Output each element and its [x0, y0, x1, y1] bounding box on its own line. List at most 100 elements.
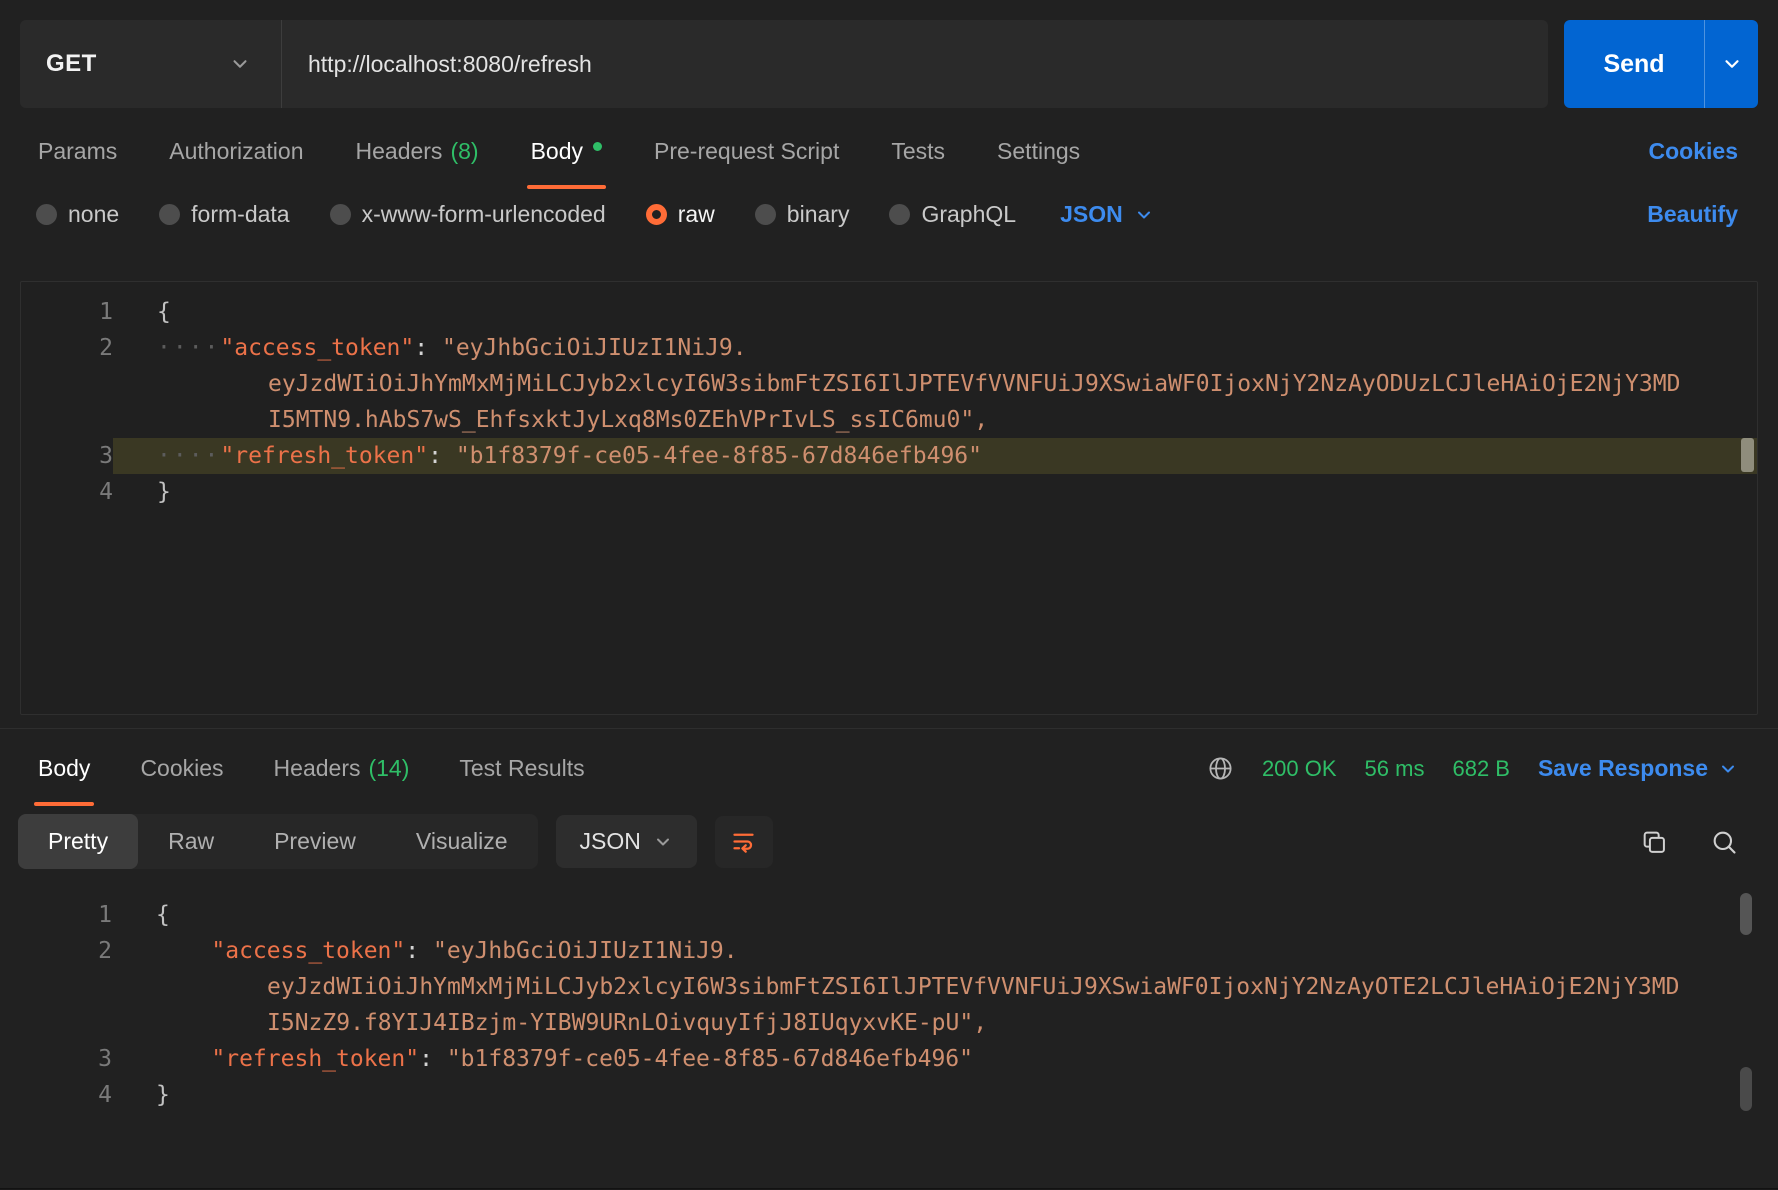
scrollbar-thumb[interactable]: [1740, 1067, 1752, 1111]
json-string-value: I5MTN9.hAbS7wS_EhfsxktJyLxq8Ms0ZEhVPrIvL…: [268, 407, 989, 433]
tab-label: Tests: [891, 138, 946, 164]
json-string-value: "b1f8379f-ce05-4fee-8f85-67d846efb496": [446, 1046, 974, 1072]
radio-label: x-www-form-urlencoded: [361, 201, 606, 227]
save-response-button[interactable]: Save Response: [1538, 755, 1738, 782]
code-line: 4}: [20, 1077, 1758, 1113]
postman-request-view: GET Send Params Authorization Headers (8)…: [0, 20, 1778, 1190]
chevron-down-icon: [1724, 60, 1739, 68]
line-number: 3: [98, 1046, 112, 1072]
tab-settings[interactable]: Settings: [995, 138, 1082, 189]
copy-response-button[interactable]: [1640, 828, 1668, 856]
tab-label: Cookies: [140, 755, 224, 781]
radio-none[interactable]: none: [36, 201, 119, 228]
search-icon: [1713, 831, 1736, 854]
code-token: :: [414, 335, 442, 361]
beautify-link[interactable]: Beautify: [1647, 201, 1738, 228]
tab-test-results[interactable]: Test Results: [457, 755, 586, 806]
tab-response-body[interactable]: Body: [33, 755, 95, 806]
json-string-value: eyJzdWIiOiJhYmMxMjMiLCJyb2xlcyI6W3sibmFt…: [268, 371, 1681, 397]
line-number: 1: [98, 902, 112, 928]
radio-circle-icon: [329, 204, 351, 225]
body-format-select[interactable]: JSON: [1060, 201, 1154, 228]
method-label: GET: [46, 50, 97, 77]
line-number: 1: [99, 299, 113, 325]
code-line: 2 ····"access_token": "eyJhbGciOiJIUzI1Ni…: [21, 330, 1757, 438]
code-token: :: [419, 1046, 447, 1072]
send-split-button: Send: [1564, 20, 1758, 108]
radio-graphql[interactable]: GraphQL: [889, 201, 1016, 228]
view-preview[interactable]: Preview: [244, 814, 386, 869]
tab-pre-request-script[interactable]: Pre-request Script: [652, 138, 841, 189]
response-format-select[interactable]: JSON: [555, 815, 697, 868]
tab-headers[interactable]: Headers (8): [354, 138, 481, 189]
json-string-value: "b1f8379f-ce05-4fee-8f85-67d846efb496": [455, 443, 983, 469]
search-response-button[interactable]: [1710, 828, 1738, 856]
code-line-highlighted: 3 ····"refresh_token": "b1f8379f-ce05-4fe…: [21, 438, 1757, 474]
tab-body[interactable]: Body: [526, 138, 607, 189]
network-globe-icon[interactable]: [1207, 755, 1234, 782]
format-label: JSON: [579, 828, 641, 854]
radio-x-www-form-urlencoded[interactable]: x-www-form-urlencoded: [329, 201, 606, 228]
url-input[interactable]: [282, 20, 1548, 108]
url-container: GET: [20, 20, 1548, 108]
response-body-viewer[interactable]: 1{ 2 "access_token": "eyJhbGciOiJIUzI1Ni…: [20, 887, 1758, 1139]
line-number: 2: [98, 938, 112, 964]
view-visualize[interactable]: Visualize: [386, 814, 538, 869]
line-number: 4: [98, 1082, 112, 1108]
whitespace-dots: ····: [157, 335, 221, 361]
view-pretty[interactable]: Pretty: [18, 814, 139, 869]
radio-form-data[interactable]: form-data: [159, 201, 290, 228]
json-key: "access_token": [211, 938, 406, 964]
request-tabs: Params Authorization Headers (8) Body Pre…: [36, 108, 1738, 189]
code-line: 2 "access_token": "eyJhbGciOiJIUzI1NiJ9.…: [20, 933, 1758, 1041]
headers-count-badge: (8): [450, 138, 479, 164]
response-time: 56 ms: [1364, 755, 1425, 781]
tab-response-cookies[interactable]: Cookies: [138, 755, 225, 806]
tab-tests[interactable]: Tests: [889, 138, 947, 189]
body-modified-dot: [593, 142, 602, 151]
scrollbar-thumb[interactable]: [1740, 893, 1752, 935]
chevron-down-icon: [233, 60, 247, 68]
radio-binary[interactable]: binary: [754, 201, 849, 228]
view-raw[interactable]: Raw: [138, 814, 244, 869]
tab-params[interactable]: Params: [36, 138, 119, 189]
code-line: 1{: [20, 897, 1758, 933]
json-string-value: "eyJhbGciOiJIUzI1NiJ9.: [432, 938, 738, 964]
radio-selected-icon: [645, 204, 667, 225]
response-view-toolbar: Pretty Raw Preview Visualize JSON: [18, 814, 1738, 869]
radio-label: none: [68, 201, 120, 227]
json-string-value: eyJzdWIiOiJhYmMxMjMiLCJyb2xlcyI6W3sibmFt…: [267, 974, 1680, 1000]
response-tabs: Body Cookies Headers (14) Test Results 20…: [33, 729, 1738, 806]
tab-authorization[interactable]: Authorization: [167, 138, 305, 189]
send-options-button[interactable]: [1704, 20, 1758, 108]
save-response-label: Save Response: [1537, 755, 1708, 781]
code-token: :: [428, 443, 456, 469]
json-key: "refresh_token": [211, 1046, 420, 1072]
method-select[interactable]: GET: [20, 20, 282, 108]
line-number: 4: [99, 479, 113, 505]
code-token: }: [156, 1082, 170, 1108]
wrap-lines-button[interactable]: [714, 815, 773, 868]
code-token: }: [157, 479, 171, 505]
tab-label: Headers: [355, 138, 443, 164]
whitespace-dots: ····: [157, 443, 221, 469]
tab-label: Authorization: [169, 138, 304, 164]
tab-response-headers[interactable]: Headers (14): [272, 755, 412, 806]
response-toolbar-icons: [1640, 828, 1738, 856]
radio-raw[interactable]: raw: [645, 201, 715, 228]
status-badge: 200 OK: [1261, 755, 1337, 781]
code-token: :: [405, 938, 433, 964]
request-url-row: GET Send: [20, 20, 1758, 108]
request-body-editor[interactable]: 1 { 2 ····"access_token": "eyJhbGciOiJIUzI…: [20, 281, 1758, 715]
code-token: {: [157, 299, 171, 325]
send-button[interactable]: Send: [1564, 20, 1704, 108]
radio-circle-icon: [36, 204, 57, 225]
json-key: "access_token": [220, 335, 415, 361]
chevron-down-icon: [1137, 211, 1150, 218]
view-mode-segmented-control: Pretty Raw Preview Visualize: [18, 814, 538, 869]
scrollbar-thumb[interactable]: [1741, 438, 1754, 472]
cookies-link[interactable]: Cookies: [1649, 138, 1738, 165]
radio-label: raw: [677, 201, 715, 227]
format-label: JSON: [1060, 201, 1123, 227]
